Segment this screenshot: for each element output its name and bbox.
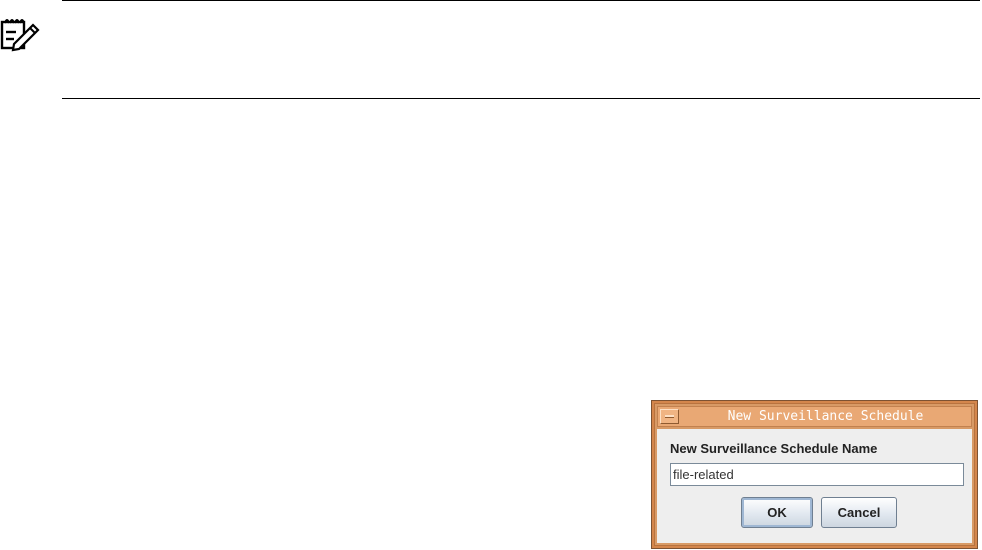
dialog-titlebar[interactable]: New Surveillance Schedule — [657, 406, 972, 427]
note-bottom-rule — [62, 98, 980, 99]
schedule-name-label: New Surveillance Schedule Name — [670, 441, 878, 456]
page: New Surveillance Schedule New Surveillan… — [0, 0, 982, 550]
schedule-name-input[interactable] — [670, 463, 964, 486]
window-menu-button[interactable] — [660, 409, 679, 424]
new-surveillance-schedule-dialog: New Surveillance Schedule New Surveillan… — [651, 400, 978, 549]
cancel-button[interactable]: Cancel — [821, 497, 897, 528]
dialog-title: New Surveillance Schedule — [727, 409, 924, 424]
note-pencil-icon — [0, 19, 40, 52]
dialog-content: New Surveillance Schedule Name OK Cancel — [657, 429, 972, 543]
ok-button[interactable]: OK — [741, 497, 813, 528]
note-top-rule — [62, 0, 980, 1]
dialog-frame: New Surveillance Schedule New Surveillan… — [654, 403, 975, 546]
